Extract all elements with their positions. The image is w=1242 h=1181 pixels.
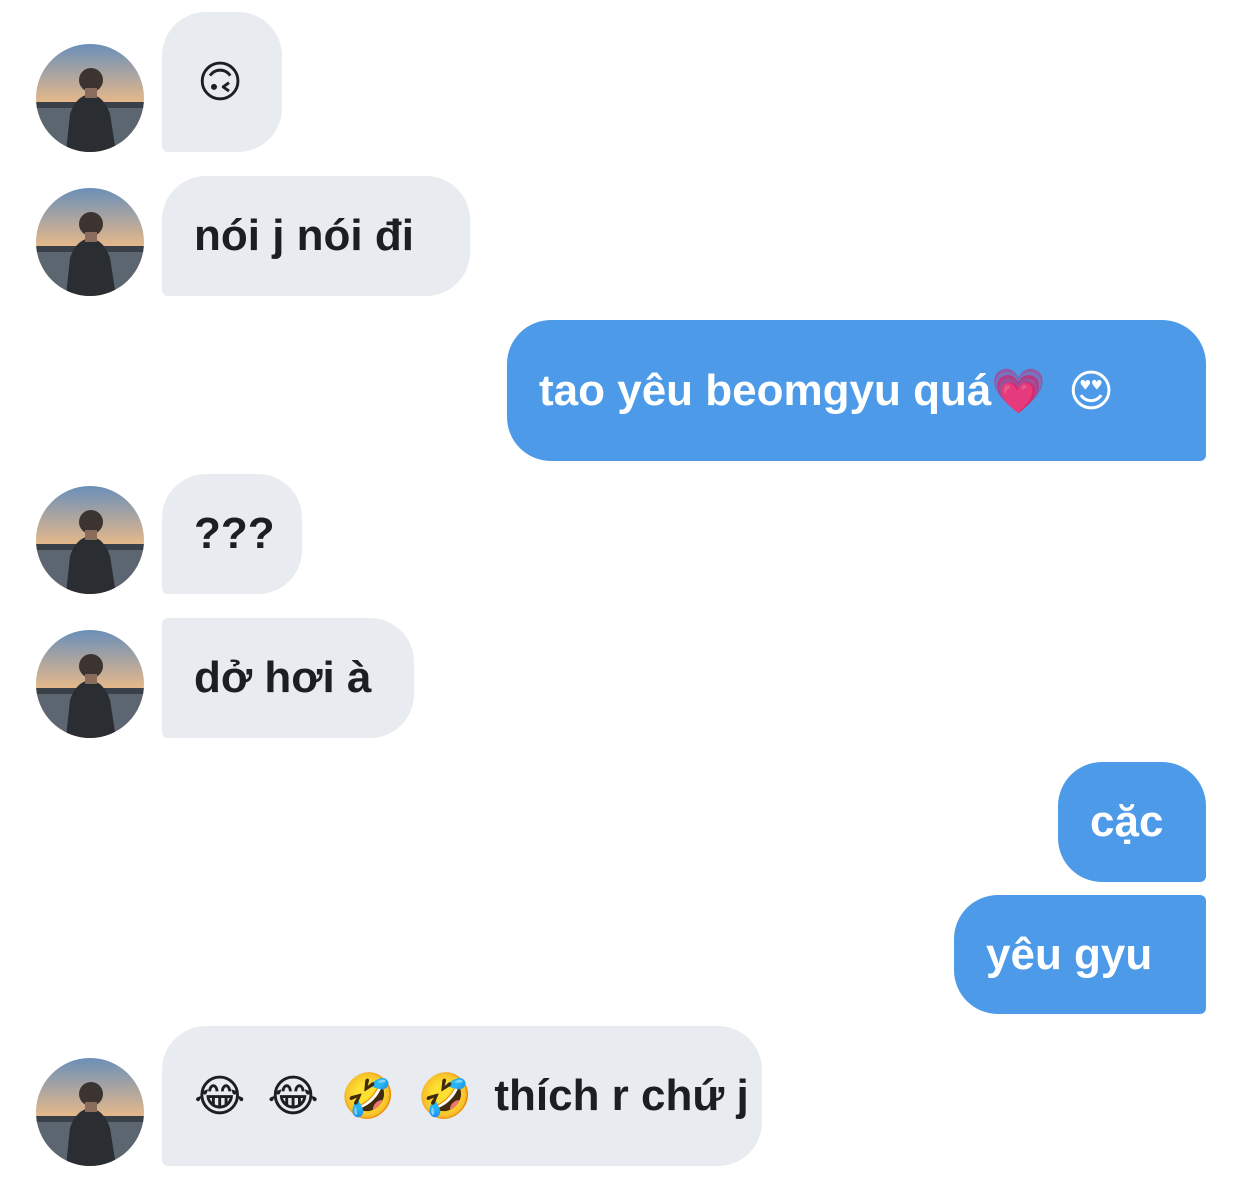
message-emoji: 💗 😍 bbox=[991, 365, 1118, 417]
message-text: yêu gyu bbox=[986, 929, 1153, 979]
received-message-bubble[interactable]: ??? bbox=[162, 474, 302, 594]
avatar[interactable] bbox=[36, 1058, 144, 1166]
avatar-photo-icon bbox=[36, 44, 144, 152]
received-message-bubble[interactable]: dở hơi à bbox=[162, 618, 414, 738]
message-text: tao yêu beomgyu quá bbox=[539, 365, 992, 415]
message-text: ??? bbox=[194, 509, 275, 558]
avatar-photo-icon bbox=[36, 1058, 144, 1166]
avatar[interactable] bbox=[36, 44, 144, 152]
avatar-photo-icon bbox=[36, 630, 144, 738]
avatar[interactable] bbox=[36, 486, 144, 594]
chat-thread: 🙃 nói j nói đi tao yêu beomgyu quá 💗 😍 ?… bbox=[0, 0, 1242, 1181]
sent-message-bubble[interactable]: cặc bbox=[1058, 762, 1206, 882]
avatar-photo-icon bbox=[36, 486, 144, 594]
sent-message-bubble[interactable]: yêu gyu bbox=[954, 895, 1206, 1014]
message-text: thích r chứ j bbox=[494, 1071, 749, 1120]
message-text: cặc bbox=[1090, 797, 1164, 846]
message-text: nói j nói đi bbox=[194, 211, 414, 260]
sent-message-bubble[interactable]: tao yêu beomgyu quá 💗 😍 bbox=[507, 320, 1206, 461]
received-message-bubble[interactable]: nói j nói đi bbox=[162, 176, 470, 296]
received-message-bubble[interactable]: 😂 😂 🤣 🤣 thích r chứ j bbox=[162, 1026, 762, 1166]
avatar-photo-icon bbox=[36, 188, 144, 296]
avatar[interactable] bbox=[36, 188, 144, 296]
message-text: dở hơi à bbox=[194, 653, 372, 702]
received-message-bubble[interactable]: 🙃 bbox=[162, 12, 282, 152]
message-text: 🙃 bbox=[197, 56, 247, 108]
message-emoji: 😂 😂 🤣 🤣 bbox=[194, 1071, 477, 1122]
avatar[interactable] bbox=[36, 630, 144, 738]
